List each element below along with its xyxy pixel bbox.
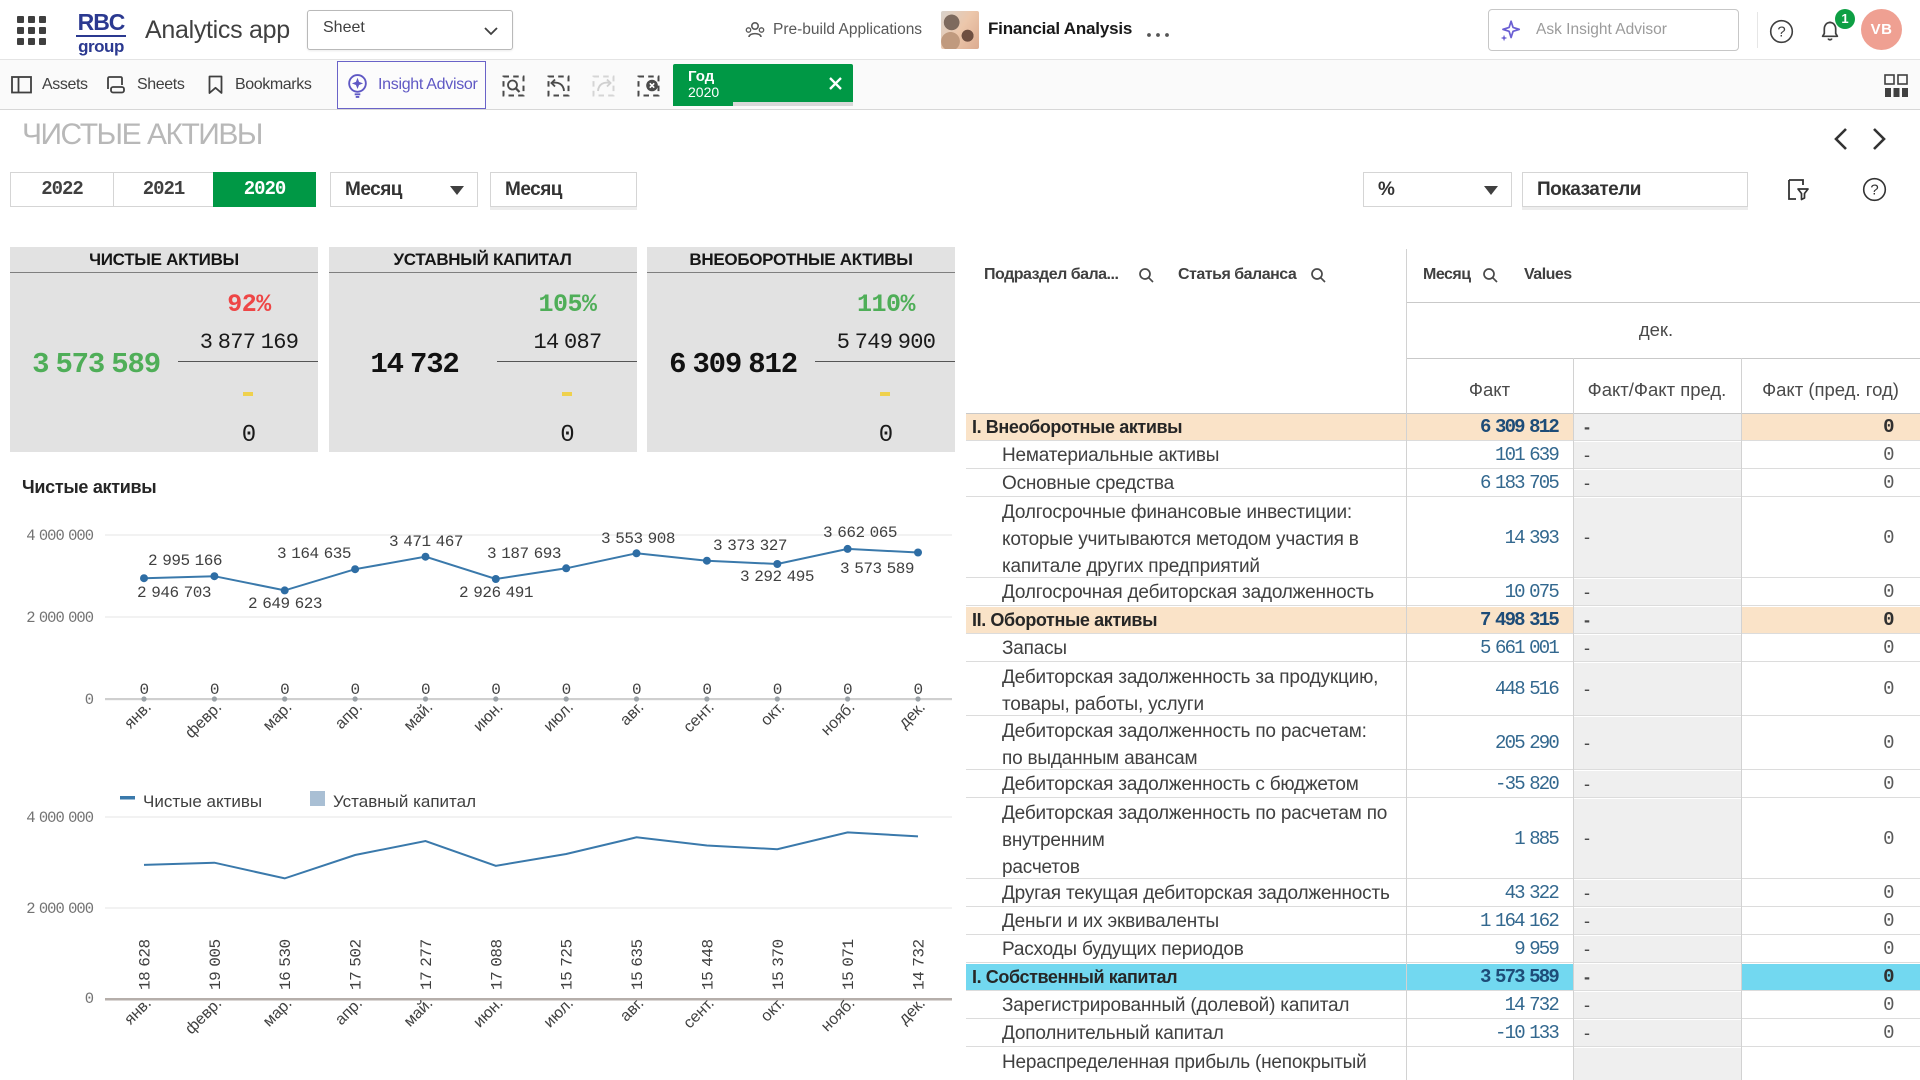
svg-text:0: 0 — [85, 990, 94, 1008]
svg-text:0: 0 — [773, 681, 782, 699]
svg-text:4 000 000: 4 000 000 — [26, 527, 93, 545]
svg-text:дек.: дек. — [896, 699, 929, 732]
svg-text:0: 0 — [843, 681, 852, 699]
svg-text:3 573 589: 3 573 589 — [840, 560, 914, 578]
svg-text:3 187 693: 3 187 693 — [487, 545, 561, 563]
svg-text:февр.: февр. — [182, 995, 225, 1038]
svg-text:3 553 908: 3 553 908 — [601, 530, 675, 548]
svg-text:0: 0 — [139, 681, 148, 699]
svg-text:3 373 327: 3 373 327 — [713, 537, 787, 555]
svg-text:0: 0 — [632, 681, 641, 699]
svg-text:0: 0 — [913, 681, 922, 699]
svg-text:0: 0 — [85, 691, 94, 709]
svg-text:17 502: 17 502 — [348, 939, 366, 990]
svg-text:июн.: июн. — [470, 699, 506, 735]
svg-text:3 471 467: 3 471 467 — [389, 533, 463, 551]
svg-text:июл.: июл. — [541, 699, 577, 735]
svg-text:0: 0 — [562, 681, 571, 699]
svg-text:февр.: февр. — [182, 699, 225, 742]
svg-text:0: 0 — [351, 681, 360, 699]
svg-text:19 005: 19 005 — [207, 939, 225, 990]
svg-text:?: ? — [1870, 182, 1878, 199]
svg-text:2 000 000: 2 000 000 — [26, 900, 93, 918]
svg-text:18 628: 18 628 — [137, 939, 155, 990]
svg-text:авг.: авг. — [617, 699, 647, 729]
svg-text:0: 0 — [210, 681, 219, 699]
svg-text:2 946 703: 2 946 703 — [137, 584, 211, 602]
svg-text:15 725: 15 725 — [559, 939, 577, 990]
svg-text:15 071: 15 071 — [840, 939, 858, 990]
svg-text:14 732: 14 732 — [911, 939, 929, 990]
svg-text:нояб.: нояб. — [818, 699, 858, 739]
svg-text:0: 0 — [491, 681, 500, 699]
svg-text:2 000 000: 2 000 000 — [26, 609, 93, 627]
svg-text:Уставный капитал: Уставный капитал — [333, 792, 476, 811]
svg-text:0: 0 — [421, 681, 430, 699]
svg-text:?: ? — [1777, 24, 1785, 41]
svg-text:окт.: окт. — [758, 699, 788, 729]
svg-text:апр.: апр. — [332, 699, 366, 733]
svg-text:2 926 491: 2 926 491 — [459, 584, 533, 602]
svg-text:15 370: 15 370 — [770, 939, 788, 990]
svg-text:янв.: янв. — [121, 699, 155, 733]
svg-text:16 530: 16 530 — [277, 939, 295, 990]
svg-text:сент.: сент. — [680, 699, 717, 736]
svg-text:0: 0 — [702, 681, 711, 699]
svg-text:15 448: 15 448 — [699, 939, 717, 990]
svg-text:17 088: 17 088 — [488, 939, 506, 990]
svg-text:Чистые активы: Чистые активы — [143, 792, 262, 811]
svg-text:0: 0 — [280, 681, 289, 699]
svg-text:17 277: 17 277 — [418, 939, 436, 990]
svg-text:2 649 623: 2 649 623 — [248, 595, 322, 613]
svg-text:3 164 635: 3 164 635 — [277, 545, 351, 563]
svg-text:май.: май. — [401, 699, 437, 735]
svg-text:3 662 065: 3 662 065 — [823, 524, 897, 542]
svg-text:4 000 000: 4 000 000 — [26, 809, 93, 827]
svg-text:мар.: мар. — [260, 699, 296, 735]
svg-text:3 292 495: 3 292 495 — [740, 568, 814, 586]
svg-text:нояб.: нояб. — [818, 995, 858, 1035]
svg-text:15 635: 15 635 — [629, 939, 647, 990]
svg-text:2 995 166: 2 995 166 — [148, 552, 222, 570]
